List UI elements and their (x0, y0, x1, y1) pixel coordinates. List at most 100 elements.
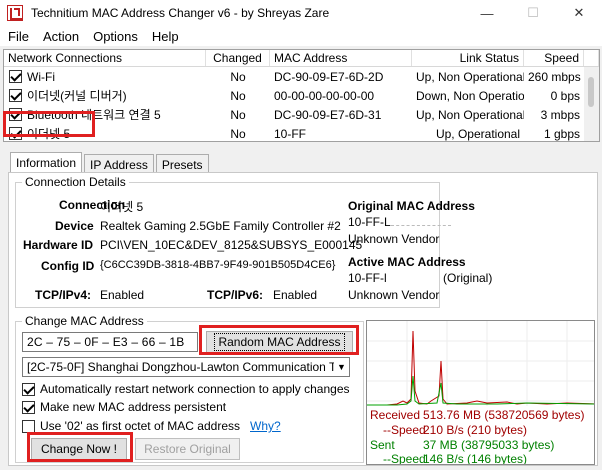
original-mac-title: Original MAC Address (348, 199, 475, 213)
maximize-button[interactable]: ☐ (510, 0, 556, 26)
row-changed: No (230, 88, 246, 103)
row-name: Wi-Fi (27, 69, 55, 84)
tx-speed-label: --Speed (383, 452, 426, 465)
title-bar: Technitium MAC Address Changer v6 - by S… (0, 0, 602, 26)
random-mac-button[interactable]: Random MAC Address (206, 331, 353, 353)
row-speed: 3 mbps (540, 107, 580, 122)
tab-information[interactable]: Information (10, 152, 83, 173)
row-speed: 0 bps (550, 88, 580, 103)
original-vendor: Unknown Vendor (348, 232, 440, 246)
tcp-ipv6-value: Enabled (273, 288, 318, 302)
rx-speed-label: --Speed (383, 423, 426, 437)
menu-bar: File Action Options Help (0, 26, 602, 46)
row-name: 이더넷 5 (27, 127, 71, 141)
tcp-ipv4-value: Enabled (100, 288, 145, 302)
received-line (367, 330, 594, 406)
hardware-id-value: PCI\VEN_10EC&DEV_8125&SUBSYS_E000145 (100, 238, 363, 252)
restore-original-button[interactable]: Restore Original (135, 438, 240, 460)
received-label: Received (370, 408, 421, 422)
list-row-ethernet-5[interactable]: 이더넷 5 No 10-FF Up, Operational 1 gbps (4, 124, 599, 141)
row-mac: DC-90-09-E7-6D-2D (274, 69, 384, 84)
minimize-icon: — (480, 5, 494, 21)
tcp-ipv4-label: TCP/IPv4: (35, 288, 92, 302)
original-mac-value: 10-FF-L (348, 215, 451, 229)
maximize-icon: ☐ (527, 5, 539, 20)
persistent-checkbox[interactable] (22, 400, 35, 414)
tcp-ipv6-label: TCP/IPv6: (207, 288, 264, 302)
option-use-02[interactable]: Use '02' as first octet of MAC address W… (22, 419, 281, 433)
active-mac-value: 10-FF-l (348, 271, 387, 285)
network-connections-list[interactable]: Network Connections Changed MAC Address … (3, 49, 600, 142)
row-mac: 00-00-00-00-00-00 (274, 88, 375, 103)
auto-restart-label: Automatically restart network connection… (40, 382, 350, 396)
option-auto-restart[interactable]: Automatically restart network connection… (22, 382, 350, 396)
row-name: 이더넷(커널 디버거) (27, 89, 127, 103)
traffic-graph: Received 513.76 MB (538720569 bytes) --S… (366, 320, 595, 465)
restore-original-label: Restore Original (144, 442, 231, 456)
menu-options[interactable]: Options (85, 29, 144, 44)
menu-action[interactable]: Action (35, 29, 85, 44)
row-status: Down, Non Operational (416, 88, 524, 103)
close-button[interactable]: ✕ (556, 0, 602, 26)
config-id-label: Config ID (41, 259, 95, 273)
sent-label: Sent (370, 438, 395, 452)
row-checkbox[interactable] (9, 89, 22, 102)
active-vendor: Unknown Vendor (348, 288, 440, 302)
list-scrollbar[interactable] (584, 67, 599, 141)
row-status: Up, Non Operational (416, 69, 524, 84)
column-header-status[interactable]: Link Status (412, 50, 524, 66)
received-value: 513.76 MB (538720569 bytes) (423, 408, 585, 422)
row-checkbox[interactable] (9, 127, 22, 140)
persistent-label: Make new MAC address persistent (40, 400, 227, 414)
use-02-label: Use '02' as first octet of MAC address (40, 419, 240, 433)
menu-help[interactable]: Help (144, 29, 185, 44)
vendor-select-value: [2C-75-0F] Shanghai Dongzhou-Lawton Comm… (27, 360, 350, 374)
minimize-button[interactable]: — (464, 0, 510, 26)
change-now-label: Change Now ! (40, 442, 118, 456)
rx-speed-value: 210 B/s (210 bytes) (423, 423, 528, 437)
change-now-button[interactable]: Change Now ! (31, 438, 127, 460)
device-value: Realtek Gaming 2.5GbE Family Controller … (100, 219, 341, 233)
active-mac-title: Active MAC Address (348, 255, 466, 269)
menu-file[interactable]: File (0, 29, 35, 44)
column-header-changed[interactable]: Changed (206, 50, 270, 66)
row-mac: DC-90-09-E7-6D-31 (274, 107, 382, 122)
list-row-bluetooth[interactable]: Bluetooth 네트워크 연결 5 No DC-90-09-E7-6D-31… (4, 105, 599, 124)
mac-address-input[interactable]: 2C – 75 – 0F – E3 – 66 – 1B (22, 332, 198, 352)
scrollbar-thumb[interactable] (588, 77, 594, 107)
column-header-speed[interactable]: Speed (524, 50, 584, 66)
row-speed: 1 gbps (543, 126, 580, 141)
auto-restart-checkbox[interactable] (22, 382, 35, 396)
active-mac-note: (Original) (443, 271, 493, 285)
tab-ip-address[interactable]: IP Address (84, 154, 154, 173)
row-changed: No (230, 126, 246, 141)
hardware-id-label: Hardware ID (23, 238, 94, 252)
column-header-connections[interactable]: Network Connections (4, 50, 206, 66)
why-link[interactable]: Why? (250, 419, 281, 433)
device-label: Device (55, 219, 94, 233)
config-id-value: {C6CC39DB-3818-4BB7-9F49-901B505D4CE6} (100, 259, 336, 271)
use-02-checkbox[interactable] (22, 419, 35, 433)
sent-value: 37 MB (38795033 bytes) (423, 438, 555, 452)
window-title: Technitium MAC Address Changer v6 - by S… (31, 6, 330, 20)
change-mac-title: Change MAC Address (22, 314, 147, 328)
list-row-wifi[interactable]: Wi-Fi No DC-90-09-E7-6D-2D Up, Non Opera… (4, 67, 599, 86)
row-changed: No (230, 69, 246, 84)
tx-speed-value: 146 B/s (146 bytes) (423, 452, 528, 465)
random-mac-label: Random MAC Address (214, 333, 345, 351)
row-speed: 260 mbps (528, 69, 581, 84)
row-checkbox[interactable] (9, 108, 22, 121)
tab-strip: Information IP Address Presets (10, 152, 211, 173)
vendor-select[interactable]: [2C-75-0F] Shanghai Dongzhou-Lawton Comm… (22, 357, 350, 377)
connection-details-title: Connection Details (22, 175, 129, 189)
connection-value: 이더넷 5 (100, 200, 144, 214)
app-icon (7, 5, 23, 21)
option-persistent[interactable]: Make new MAC address persistent (22, 400, 226, 414)
list-row-ethernet-kernel-debugger[interactable]: 이더넷(커널 디버거) No 00-00-00-00-00-00 Down, N… (4, 86, 599, 105)
row-name: Bluetooth 네트워크 연결 5 (27, 108, 161, 122)
column-header-mac[interactable]: MAC Address (270, 50, 412, 66)
row-status: Up, Operational (435, 126, 520, 141)
chevron-down-icon[interactable]: ▼ (334, 358, 349, 376)
row-checkbox[interactable] (9, 70, 22, 83)
tab-presets[interactable]: Presets (155, 154, 209, 173)
